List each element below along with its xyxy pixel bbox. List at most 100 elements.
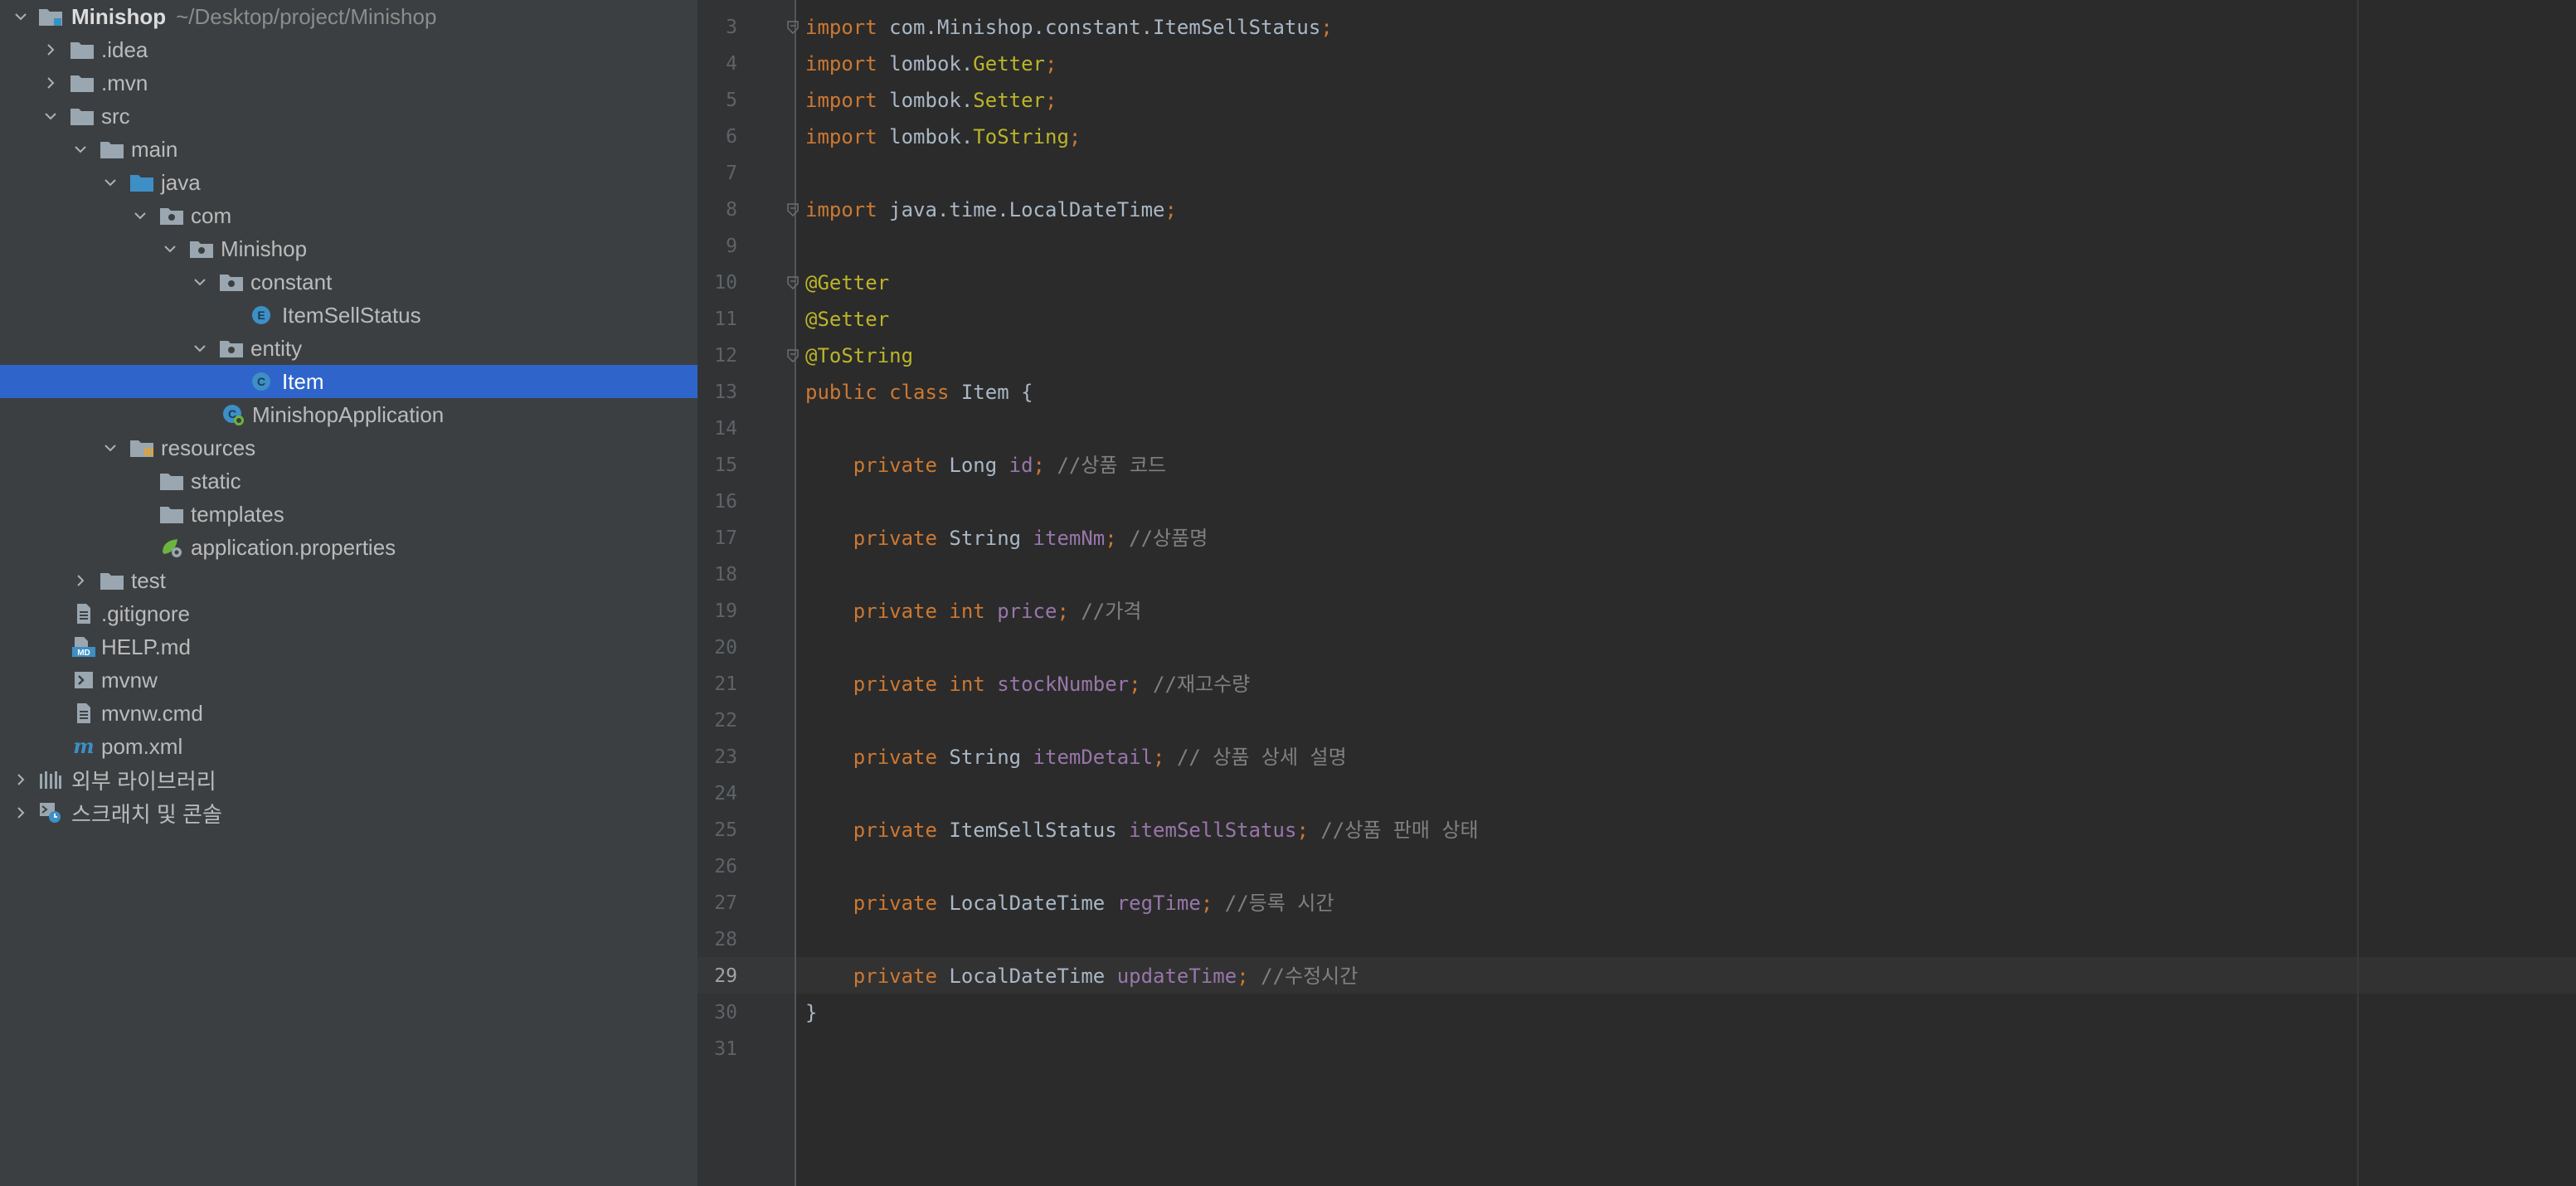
- code-text[interactable]: private LocalDateTime regTime; //등록 시간: [805, 885, 1334, 921]
- tree-item-com[interactable]: com: [0, 199, 697, 232]
- code-line[interactable]: 11 @Setter: [697, 301, 2576, 338]
- code-line[interactable]: 23 private String itemDetail; // 상품 상세 설…: [697, 739, 2576, 775]
- line-number: 24: [714, 783, 737, 804]
- code-editor[interactable]: 3 import com.Minishop.constant.ItemSellSt…: [697, 0, 2576, 1186]
- code-text[interactable]: private int stockNumber; //재고수량: [805, 666, 1250, 702]
- code-text[interactable]: @ToString: [805, 338, 913, 374]
- tree-item-mvnw-cmd[interactable]: mvnw.cmd: [0, 697, 697, 730]
- code-line[interactable]: 6 import lombok.ToString;: [697, 119, 2576, 155]
- tree-item-resources[interactable]: resources: [0, 431, 697, 464]
- chevron-down-icon[interactable]: [131, 207, 149, 225]
- code-line[interactable]: 14: [697, 411, 2576, 447]
- tree-item-templates[interactable]: templates: [0, 498, 697, 531]
- code-text[interactable]: private Long id; //상품 코드: [805, 447, 1166, 484]
- code-text[interactable]: private String itemNm; //상품명: [805, 520, 1208, 557]
- chevron-right-icon[interactable]: [41, 74, 60, 92]
- code-text[interactable]: private String itemDetail; // 상품 상세 설명: [805, 739, 1347, 775]
- code-text[interactable]: @Setter: [805, 301, 889, 338]
- code-line[interactable]: 9: [697, 228, 2576, 265]
- tree-item-itemsellstatus[interactable]: E ItemSellStatus: [0, 299, 697, 332]
- code-line[interactable]: 28: [697, 921, 2576, 958]
- code-text[interactable]: private ItemSellStatus itemSellStatus; /…: [805, 812, 1479, 848]
- tree-item-help-md[interactable]: MD HELP.md: [0, 630, 697, 663]
- code-text[interactable]: public class Item {: [805, 374, 1033, 411]
- code-line[interactable]: 31: [697, 1031, 2576, 1067]
- tree-item-constant[interactable]: constant: [0, 265, 697, 299]
- folder-icon: [100, 570, 124, 591]
- tree-item-pom-xml[interactable]: m pom.xml: [0, 730, 697, 763]
- tree-item-root[interactable]: Minishop ~/Desktop/project/Minishop: [0, 0, 697, 33]
- code-line[interactable]: 15 private Long id; //상품 코드: [697, 447, 2576, 484]
- chevron-down-icon[interactable]: [161, 240, 179, 258]
- chevron-down-icon[interactable]: [191, 273, 209, 291]
- chevron-down-icon[interactable]: [101, 439, 119, 457]
- chevron-right-icon[interactable]: [12, 770, 30, 789]
- code-token-annot: Getter: [973, 52, 1045, 75]
- tree-item-java[interactable]: java: [0, 166, 697, 199]
- chevron-down-icon[interactable]: [101, 173, 119, 192]
- tree-item-src[interactable]: src: [0, 100, 697, 133]
- fold-marker-icon[interactable]: [787, 21, 799, 34]
- code-line[interactable]: 4 import lombok.Getter;: [697, 46, 2576, 82]
- tree-item-external-libraries[interactable]: 외부 라이브러리: [0, 763, 697, 796]
- code-line[interactable]: 12 @ToString: [697, 338, 2576, 374]
- tree-item-minishopapplication[interactable]: C MinishopApplication: [0, 398, 697, 431]
- code-text[interactable]: import com.Minishop.constant.ItemSellSta…: [805, 9, 1333, 46]
- tree-item-mvnw[interactable]: mvnw: [0, 663, 697, 697]
- tree-item-test[interactable]: test: [0, 564, 697, 597]
- code-line[interactable]: 30}: [697, 994, 2576, 1031]
- code-text[interactable]: @Getter: [805, 265, 889, 301]
- chevron-right-icon[interactable]: [41, 41, 60, 59]
- tree-item-label: MinishopApplication: [252, 401, 445, 427]
- code-text[interactable]: import lombok.Getter;: [805, 46, 1057, 82]
- code-line[interactable]: 27 private LocalDateTime regTime; //등록 시…: [697, 885, 2576, 921]
- tree-item-static[interactable]: static: [0, 464, 697, 498]
- code-line[interactable]: 17 private String itemNm; //상품명: [697, 520, 2576, 557]
- code-line[interactable]: 13 public class Item {: [697, 374, 2576, 411]
- code-line[interactable]: 21 private int stockNumber; //재고수량: [697, 666, 2576, 702]
- code-line[interactable]: 19 private int price; //가격: [697, 593, 2576, 629]
- code-line[interactable]: 5 import lombok.Setter;: [697, 82, 2576, 119]
- code-text[interactable]: private int price; //가격: [805, 593, 1142, 629]
- tree-item-mvn[interactable]: .mvn: [0, 66, 697, 100]
- code-line[interactable]: 7: [697, 155, 2576, 192]
- svg-text:C: C: [257, 375, 265, 388]
- source-folder-icon: [129, 172, 154, 193]
- code-text[interactable]: private LocalDateTime updateTime; //수정시간: [805, 958, 1358, 994]
- code-line[interactable]: 18: [697, 557, 2576, 593]
- tree-item-minishop-package[interactable]: Minishop: [0, 232, 697, 265]
- line-number: 23: [714, 746, 737, 768]
- project-tree-panel[interactable]: Minishop ~/Desktop/project/Minishop .idea…: [0, 0, 697, 1186]
- chevron-right-icon[interactable]: [71, 571, 90, 590]
- code-line[interactable]: 16: [697, 484, 2576, 520]
- tree-item-gitignore[interactable]: .gitignore: [0, 597, 697, 630]
- tree-item-main[interactable]: main: [0, 133, 697, 166]
- fold-marker-icon[interactable]: [787, 349, 799, 362]
- tree-item-idea[interactable]: .idea: [0, 33, 697, 66]
- tree-item-entity[interactable]: entity: [0, 332, 697, 365]
- code-line[interactable]: 24: [697, 775, 2576, 812]
- chevron-down-icon[interactable]: [41, 107, 60, 125]
- chevron-down-icon[interactable]: [191, 339, 209, 357]
- tree-item-item[interactable]: C Item: [0, 365, 697, 398]
- chevron-right-icon[interactable]: [12, 804, 30, 822]
- code-line[interactable]: 29 private LocalDateTime updateTime; //수…: [697, 958, 2576, 994]
- code-line[interactable]: 10 @Getter: [697, 265, 2576, 301]
- code-line[interactable]: 26: [697, 848, 2576, 885]
- chevron-down-icon[interactable]: [12, 7, 30, 26]
- tree-item-application-properties[interactable]: application.properties: [0, 531, 697, 564]
- fold-marker-icon[interactable]: [787, 276, 799, 289]
- fold-marker-icon[interactable]: [787, 203, 799, 216]
- code-text[interactable]: import lombok.ToString;: [805, 119, 1081, 155]
- code-line[interactable]: 20: [697, 629, 2576, 666]
- code-line[interactable]: 8 import java.time.LocalDateTime;: [697, 192, 2576, 228]
- code-text[interactable]: }: [805, 994, 817, 1031]
- code-line[interactable]: 3 import com.Minishop.constant.ItemSellSt…: [697, 9, 2576, 46]
- code-text[interactable]: import java.time.LocalDateTime;: [805, 192, 1177, 228]
- code-text[interactable]: import lombok.Setter;: [805, 82, 1057, 119]
- chevron-down-icon[interactable]: [71, 140, 90, 158]
- tree-item-scratches[interactable]: 스크래치 및 콘솔: [0, 796, 697, 829]
- tree-item-label: java: [161, 169, 201, 195]
- code-line[interactable]: 25 private ItemSellStatus itemSellStatus…: [697, 812, 2576, 848]
- code-line[interactable]: 22: [697, 702, 2576, 739]
